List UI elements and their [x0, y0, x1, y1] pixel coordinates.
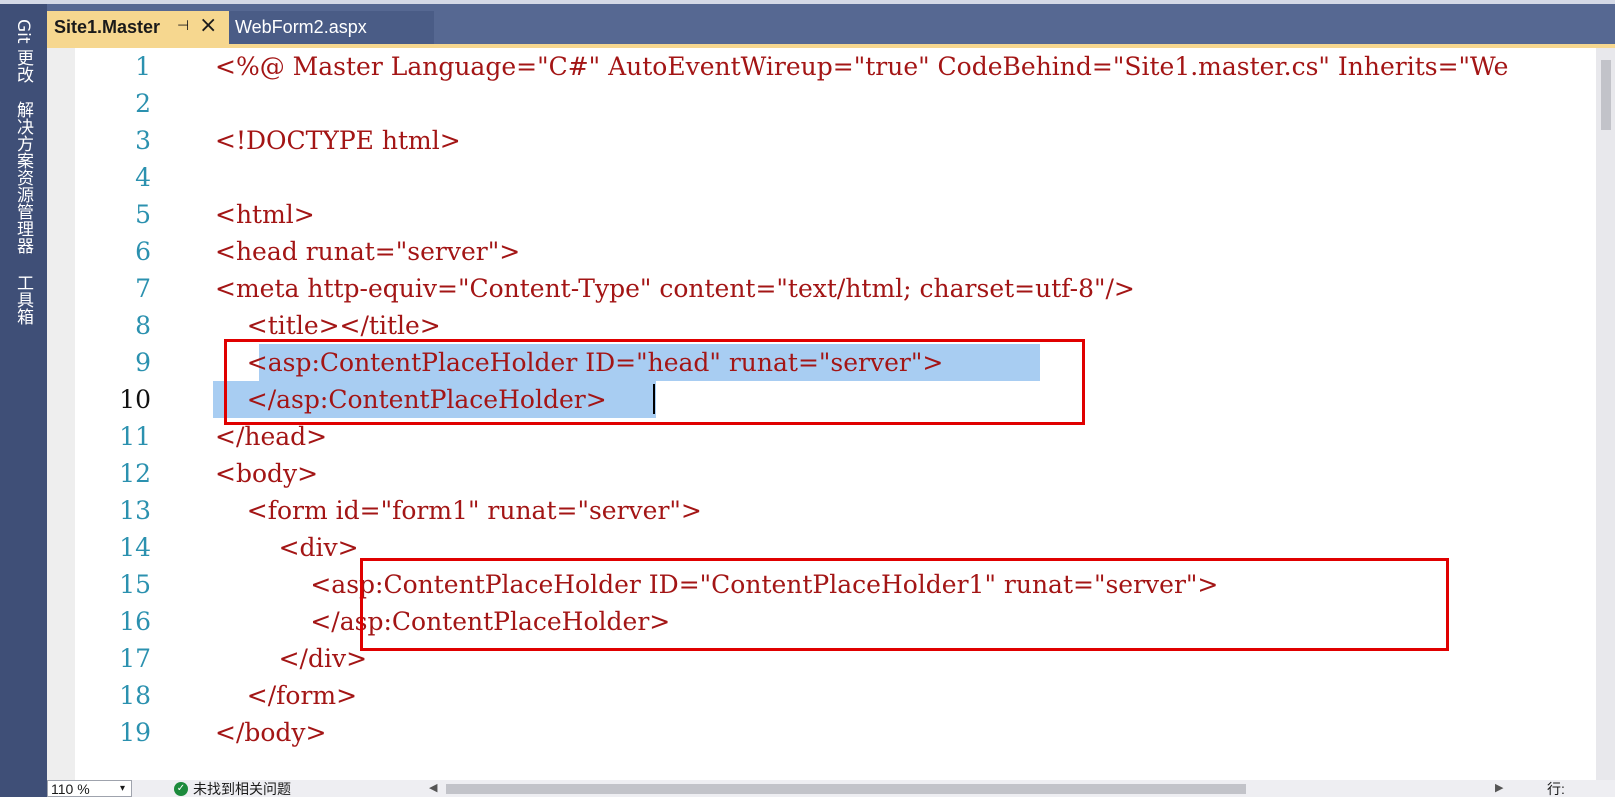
code-text: <form id="form1" runat="server">	[215, 496, 702, 525]
code-text: <%@ Master Language="C#" AutoEventWireup…	[215, 52, 1509, 81]
code-text: </body>	[215, 718, 327, 747]
line-number: 18	[119, 681, 151, 710]
highlight-box-head-placeholder	[224, 339, 1085, 425]
line-number: 16	[119, 607, 151, 636]
line-number: 17	[119, 644, 151, 673]
line-number: 1	[135, 52, 151, 81]
issues-status[interactable]: 未找到相关问题	[193, 781, 291, 797]
vertical-scroll-thumb[interactable]	[1601, 60, 1611, 130]
tab-site1-master[interactable]: Site1.Master ⊣ ×	[47, 11, 229, 44]
side-tab-toolbox[interactable]: 工具箱	[9, 268, 37, 330]
line-number: 19	[119, 718, 151, 747]
tab-webform2[interactable]: WebForm2.aspx	[229, 11, 434, 44]
horizontal-scroll-thumb[interactable]	[446, 784, 1246, 794]
zoom-dropdown[interactable]: 110 % ▾	[47, 780, 132, 797]
tab-label: Site1.Master	[54, 17, 161, 37]
code-text: <div>	[215, 533, 359, 562]
line-number: 8	[135, 311, 151, 340]
code-text: <!DOCTYPE html>	[215, 126, 461, 155]
side-tab-solution-explorer[interactable]: 解决方案资源管理器	[9, 94, 37, 260]
tab-label: WebForm2.aspx	[235, 17, 367, 37]
code-text: <body>	[215, 459, 319, 488]
scroll-right-icon[interactable]: ▶	[1495, 780, 1503, 797]
code-text: </form>	[215, 681, 358, 710]
line-number: 11	[119, 422, 151, 451]
line-number: 3	[135, 126, 151, 155]
line-number: 12	[119, 459, 151, 488]
close-icon[interactable]: ×	[199, 13, 217, 39]
line-number: 9	[135, 348, 151, 377]
scroll-left-icon[interactable]: ◀	[429, 780, 437, 797]
vertical-scrollbar[interactable]	[1596, 48, 1615, 780]
line-position-label: 行:	[1547, 781, 1565, 797]
line-number: 15	[119, 570, 151, 599]
side-panel-bar: Git 更改 解决方案资源管理器 工具箱	[0, 4, 47, 797]
editor-gutter	[47, 48, 75, 780]
check-circle-icon: ✓	[174, 782, 188, 796]
zoom-value: 110 %	[51, 781, 90, 797]
line-number: 14	[119, 533, 151, 562]
line-number: 10	[119, 385, 151, 414]
highlight-box-body-placeholder	[360, 558, 1449, 651]
chevron-down-icon: ▾	[120, 783, 126, 794]
side-tab-git-changes[interactable]: Git 更改	[9, 12, 37, 90]
editor-status-bar: 110 % ▾ ✓ 未找到相关问题 ◀ ▶ 行:	[47, 780, 1615, 797]
line-number: 4	[135, 163, 151, 192]
line-number: 2	[135, 89, 151, 118]
code-text: </div>	[215, 644, 368, 673]
line-number: 7	[135, 274, 151, 303]
code-text: <meta http-equiv="Content-Type" content=…	[215, 274, 1135, 303]
code-text: <html>	[215, 200, 315, 229]
line-number: 13	[119, 496, 151, 525]
pin-icon[interactable]: ⊣	[177, 18, 189, 34]
code-text: <head runat="server">	[215, 237, 521, 266]
line-number: 5	[135, 200, 151, 229]
line-number: 6	[135, 237, 151, 266]
